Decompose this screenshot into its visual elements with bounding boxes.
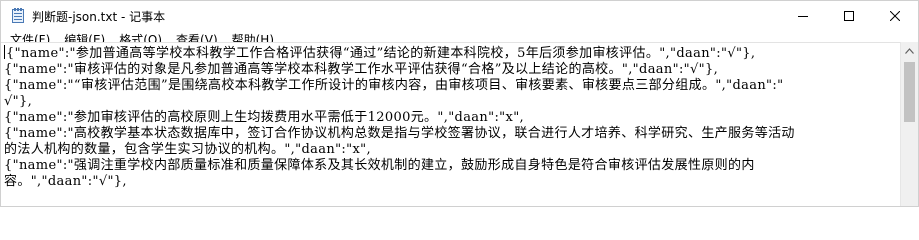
text-line: √"}, <box>4 94 33 109</box>
scroll-up-button[interactable] <box>901 42 918 59</box>
text-line: {"name":"强调注重学校内部质量标准和质量保障体系及其长效机制的建立，鼓励… <box>4 158 755 173</box>
window-title: 判断题-json.txt - 记事本 <box>32 9 166 24</box>
close-icon <box>890 11 900 21</box>
minimize-icon <box>798 16 808 17</box>
minimize-button[interactable] <box>780 1 826 31</box>
text-editor[interactable]: {"name":"参加普通高等学校本科教学工作合格评估获得“通过”结论的新建本科… <box>1 42 900 206</box>
title-bar[interactable]: 判断题-json.txt - 记事本 <box>1 1 918 31</box>
text-line: 容。","daan":"√"}, <box>4 174 127 189</box>
notepad-window: 判断题-json.txt - 记事本 文件(F) 编辑(E) 格式(O) 查看(… <box>0 0 919 207</box>
maximize-button[interactable] <box>826 1 872 31</box>
text-line: {"name":"参加普通高等学校本科教学工作合格评估获得“通过”结论的新建本科… <box>4 45 756 61</box>
chevron-up-icon <box>905 47 914 54</box>
text-line: {"name":"审核评估的对象是凡参加普通高等学校本科教学工作水平评估获得“合… <box>4 62 719 77</box>
text-line: {"name":"参加审核评估的高校原则上生均拨费用水平需低于12000元。",… <box>4 110 525 125</box>
scroll-thumb[interactable] <box>904 62 915 122</box>
text-line: {"name":"“审核评估范围”是围绕高校本科教学工作所设计的审核内容，由审核… <box>4 78 784 93</box>
maximize-icon <box>844 11 854 21</box>
text-caret <box>4 45 5 59</box>
window-controls <box>780 1 918 31</box>
text-line: 的法人机构的数量，包含学生实习协议的机构。","daan":"x", <box>4 142 371 157</box>
text-line: {"name":"高校教学基本状态数据库中，签订合作协议机构总数是指与学校签署协… <box>4 126 795 141</box>
notepad-app-icon <box>10 8 26 24</box>
vertical-scrollbar[interactable] <box>900 42 918 206</box>
close-button[interactable] <box>872 1 918 31</box>
